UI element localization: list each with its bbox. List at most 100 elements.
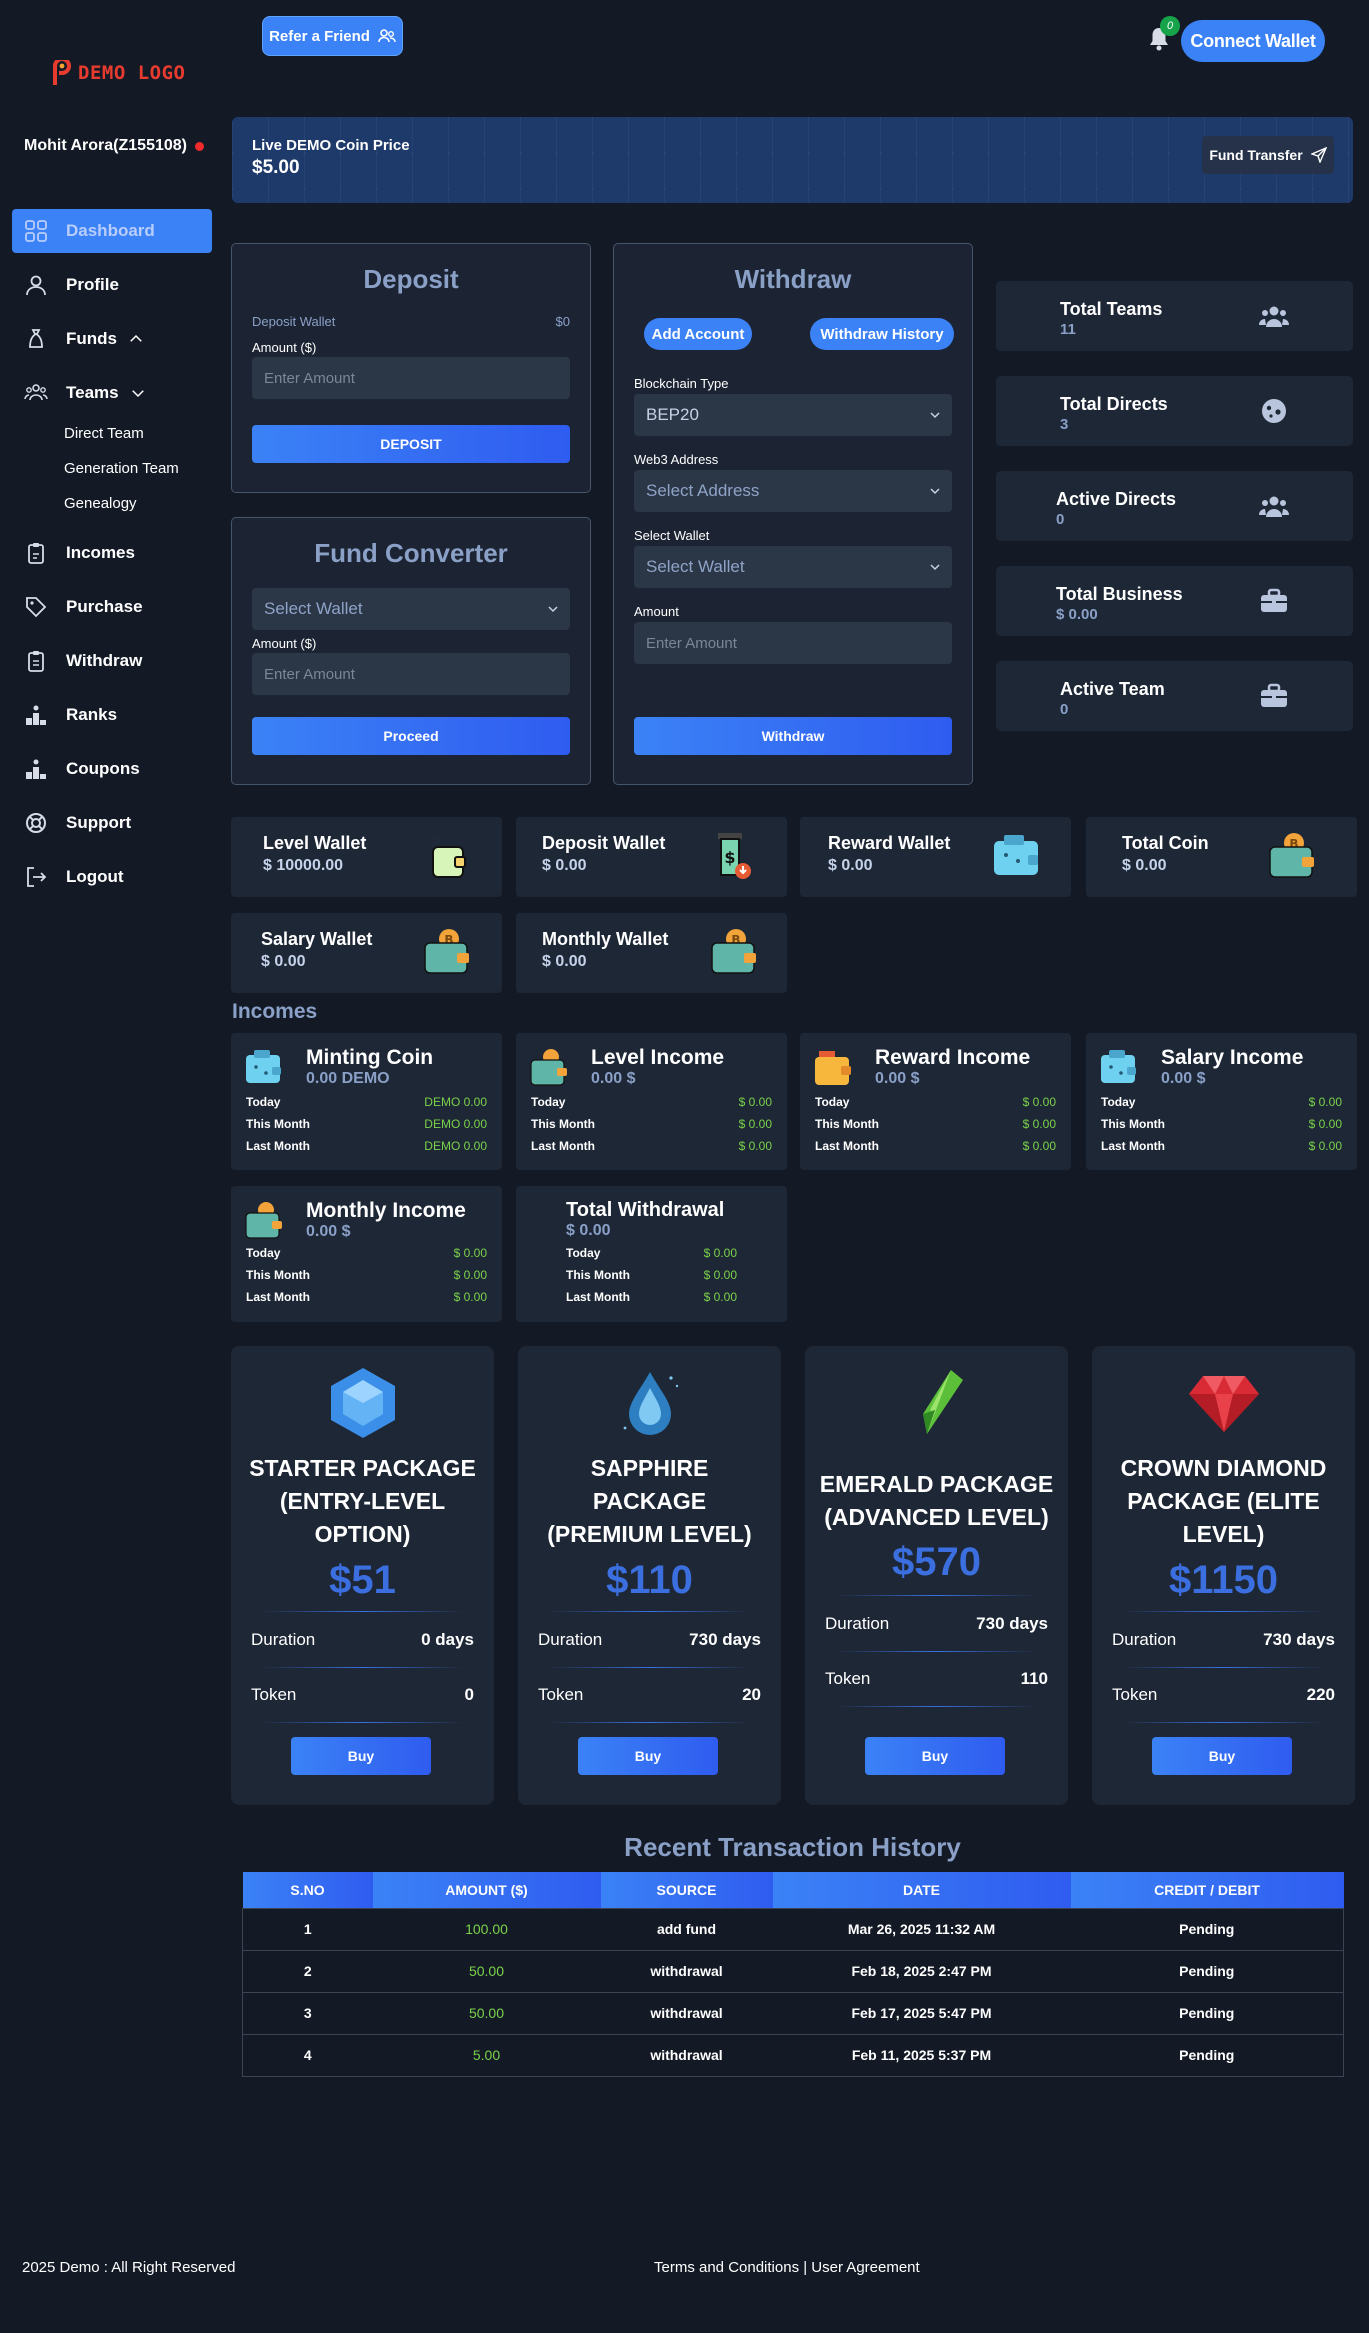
income-value: 0.00 $ [591, 1070, 636, 1087]
package-name-line: CROWN DIAMOND [1120, 1455, 1327, 1481]
refer-friend-button[interactable]: Refer a Friend [262, 16, 403, 56]
token-value: 220 [1306, 1685, 1335, 1704]
connect-wallet-button[interactable]: Connect Wallet [1181, 20, 1325, 62]
duration-value: 730 days [976, 1614, 1048, 1633]
row-value: $ 0.00 [1308, 1095, 1342, 1109]
sidebar-item-funds[interactable]: Funds [12, 317, 212, 361]
income-title: Minting Coin [306, 1046, 434, 1069]
sidebar-subitem-direct-team[interactable]: Direct Team [64, 425, 144, 442]
converter-amount-input[interactable]: Enter Amount [252, 653, 570, 695]
wallet-value: $ 10000.00 [263, 857, 344, 874]
buy-button[interactable]: Buy [1152, 1737, 1292, 1775]
stat-title: Active Directs [1056, 489, 1177, 509]
row-value: $ 0.00 [453, 1290, 487, 1304]
row-value: $ 0.00 [1022, 1117, 1056, 1131]
row-value: $ 0.00 [453, 1246, 487, 1260]
sidebar-item-incomes[interactable]: Incomes [12, 531, 212, 575]
web3-address-select[interactable]: Select Address [634, 470, 952, 512]
wallet-icon [994, 835, 1038, 875]
income-title: Total Withdrawal [566, 1199, 725, 1221]
divider [835, 1651, 1038, 1652]
blockchain-select[interactable]: BEP20 [634, 394, 952, 436]
fund-transfer-label: Fund Transfer [1209, 147, 1303, 163]
sidebar-item-coupons[interactable]: Coupons [12, 747, 212, 791]
sidebar-item-dashboard[interactable]: Dashboard [12, 209, 212, 253]
proceed-button[interactable]: Proceed [252, 717, 570, 755]
row-label: Today [815, 1095, 850, 1109]
add-account-button[interactable]: Add Account [644, 318, 752, 350]
sidebar-item-ranks[interactable]: Ranks [12, 693, 212, 737]
team-icon [1259, 496, 1289, 517]
income-title: Salary Income [1161, 1046, 1304, 1069]
sidebar-item-profile[interactable]: Profile [12, 263, 212, 307]
buy-button[interactable]: Buy [578, 1737, 718, 1775]
row-value: $ 0.00 [1022, 1095, 1056, 1109]
row-label: This Month [246, 1268, 310, 1282]
wallet-card-monthly: Monthly Wallet $ 0.00 B [516, 913, 787, 993]
table-row: 1 100.00 add fund Mar 26, 2025 11:32 AM … [242, 1907, 1344, 1950]
converter-wallet-select[interactable]: Select Wallet [252, 588, 570, 630]
package-name-line: PACKAGE (ELITE [1127, 1488, 1320, 1514]
row-label: Today [1101, 1095, 1136, 1109]
deposit-amount-input[interactable]: Enter Amount [252, 357, 570, 399]
podium-icon [26, 705, 46, 725]
wallet-title: Total Coin [1122, 833, 1209, 853]
user-icon [26, 275, 46, 296]
wallet-value: $ 0.00 [1122, 857, 1167, 874]
row-label: This Month [531, 1117, 595, 1131]
cell-date: Feb 11, 2025 5:37 PM [772, 2033, 1071, 2076]
withdraw-amount-input[interactable]: Enter Amount [634, 622, 952, 664]
buy-button[interactable]: Buy [291, 1737, 431, 1775]
package-name-line: (ADVANCED LEVEL) [824, 1504, 1049, 1530]
deposit-button[interactable]: DEPOSIT [252, 425, 570, 463]
sidebar-item-teams[interactable]: Teams [12, 371, 212, 415]
logo[interactable]: DEMO LOGO [52, 60, 185, 86]
footer-links[interactable]: Terms and Conditions | User Agreement [654, 2259, 920, 2276]
divider [261, 1667, 464, 1668]
buy-button[interactable]: Buy [865, 1737, 1005, 1775]
row-value: DEMO 0.00 [424, 1139, 487, 1153]
row-label: Last Month [815, 1139, 879, 1153]
cell-date: Feb 18, 2025 2:47 PM [772, 1949, 1071, 1992]
chevron-up-icon [130, 334, 142, 342]
select-value: Select Wallet [646, 557, 745, 576]
withdraw-wallet-select[interactable]: Select Wallet [634, 546, 952, 588]
fund-transfer-button[interactable]: Fund Transfer [1202, 136, 1334, 174]
sidebar-item-purchase[interactable]: Purchase [12, 585, 212, 629]
cell-amount: 50.00 [372, 1949, 601, 1992]
duration-value: 0 days [421, 1630, 474, 1649]
withdraw-history-button[interactable]: Withdraw History [810, 318, 954, 350]
withdraw-amount-label: Amount [634, 604, 679, 619]
sidebar-item-withdraw[interactable]: Withdraw [12, 639, 212, 683]
row-label: This Month [566, 1268, 630, 1282]
package-price: $570 [892, 1540, 981, 1584]
coin-wallet-icon [530, 1049, 567, 1086]
deposit-wallet-label: Deposit Wallet [252, 314, 336, 329]
water-drop-gem-icon [623, 1372, 678, 1435]
package-price: $110 [606, 1558, 693, 1602]
sidebar-item-label: Logout [66, 867, 124, 886]
package-card-starter: STARTER PACKAGE (ENTRY-LEVEL OPTION) $51… [231, 1346, 494, 1805]
wallet-card-level: Level Wallet $ 10000.00 [231, 817, 502, 897]
sidebar-item-logout[interactable]: Logout [12, 855, 212, 899]
package-card-sapphire: SAPPHIRE PACKAGE (PREMIUM LEVEL) $110 Du… [518, 1346, 781, 1805]
package-name: STARTER PACKAGE (ENTRY-LEVEL OPTION) [241, 1452, 484, 1551]
logo-mark-icon [53, 60, 71, 85]
table-row: 2 50.00 withdrawal Feb 18, 2025 2:47 PM … [242, 1949, 1344, 1992]
table-row: 3 50.00 withdrawal Feb 17, 2025 5:47 PM … [242, 1991, 1344, 2034]
divider [261, 1722, 464, 1723]
table-header-row: S.NO AMOUNT ($) SOURCE DATE CREDIT / DEB… [242, 1872, 1344, 1908]
package-price: $51 [329, 1558, 396, 1602]
package-name-line: PACKAGE [592, 1488, 707, 1514]
cell-source: withdrawal [600, 2033, 773, 2076]
sidebar-subitem-genealogy[interactable]: Genealogy [64, 495, 137, 512]
cell-sno: 4 [242, 2033, 373, 2076]
sidebar-subitem-generation-team[interactable]: Generation Team [64, 460, 179, 477]
withdraw-button[interactable]: Withdraw [634, 717, 952, 755]
podium-icon [26, 759, 46, 779]
deposit-panel: Deposit Deposit Wallet $0 Amount ($) Ent… [231, 243, 591, 493]
dashboard-grid-icon [25, 220, 47, 242]
row-value: $ 0.00 [703, 1246, 737, 1260]
income-title: Reward Income [875, 1046, 1031, 1069]
sidebar-item-support[interactable]: Support [12, 801, 212, 845]
